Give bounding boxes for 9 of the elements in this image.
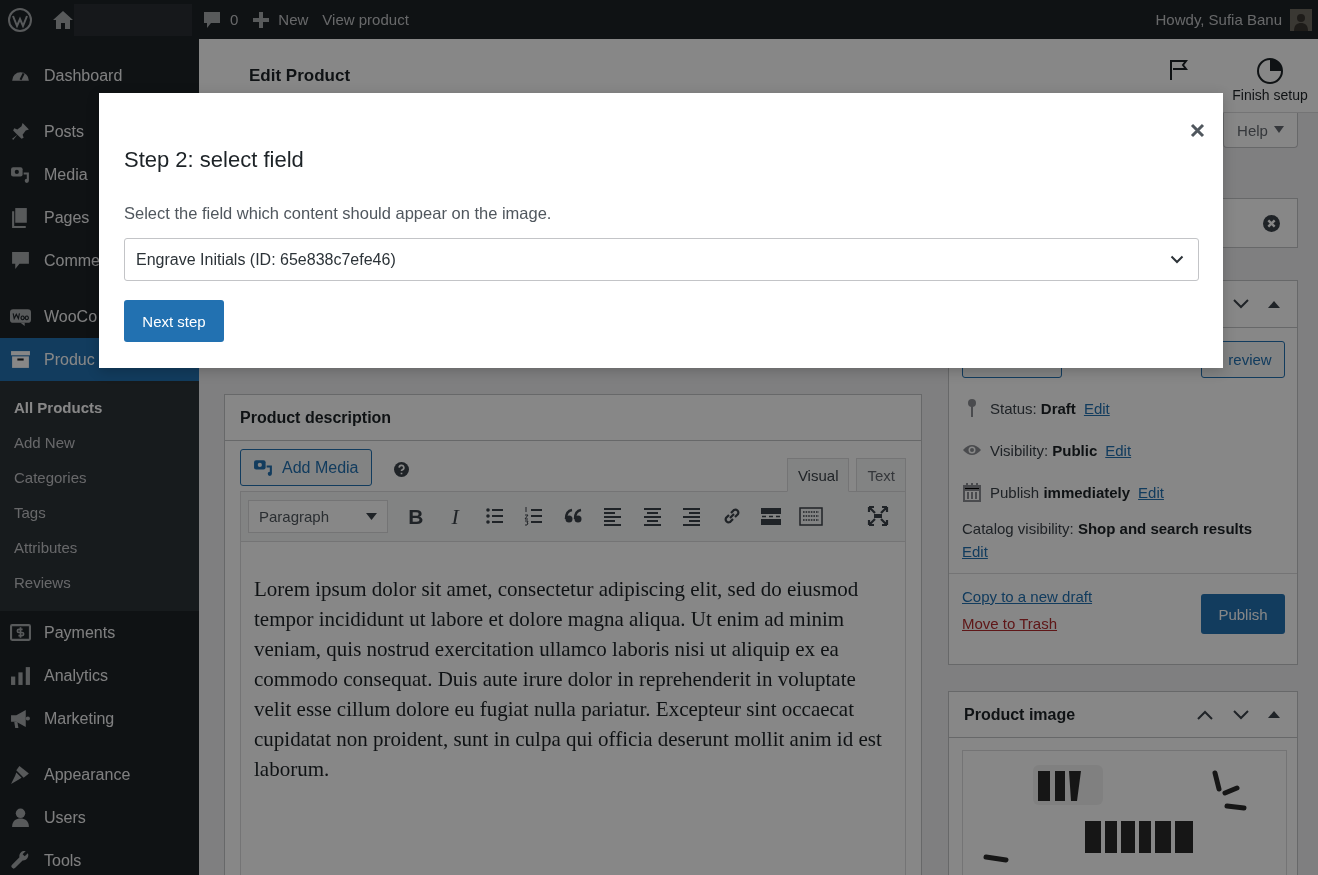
catalog-visibility-text: Catalog visibility: Shop and search results: [962, 520, 1253, 537]
page-title: Edit Product: [249, 65, 352, 86]
visibility-text: Visibility: Public: [990, 441, 1098, 459]
panel-title: Product description: [225, 395, 921, 441]
dialog-title: Step 2: select field: [124, 146, 305, 173]
schedule-text: Publish immediately: [990, 483, 1131, 501]
dialog-text: Select the field which content should appear on the image.: [124, 203, 553, 223]
panel-title: Product image: [964, 705, 1077, 724]
status-text: Status: Draft: [990, 399, 1076, 417]
